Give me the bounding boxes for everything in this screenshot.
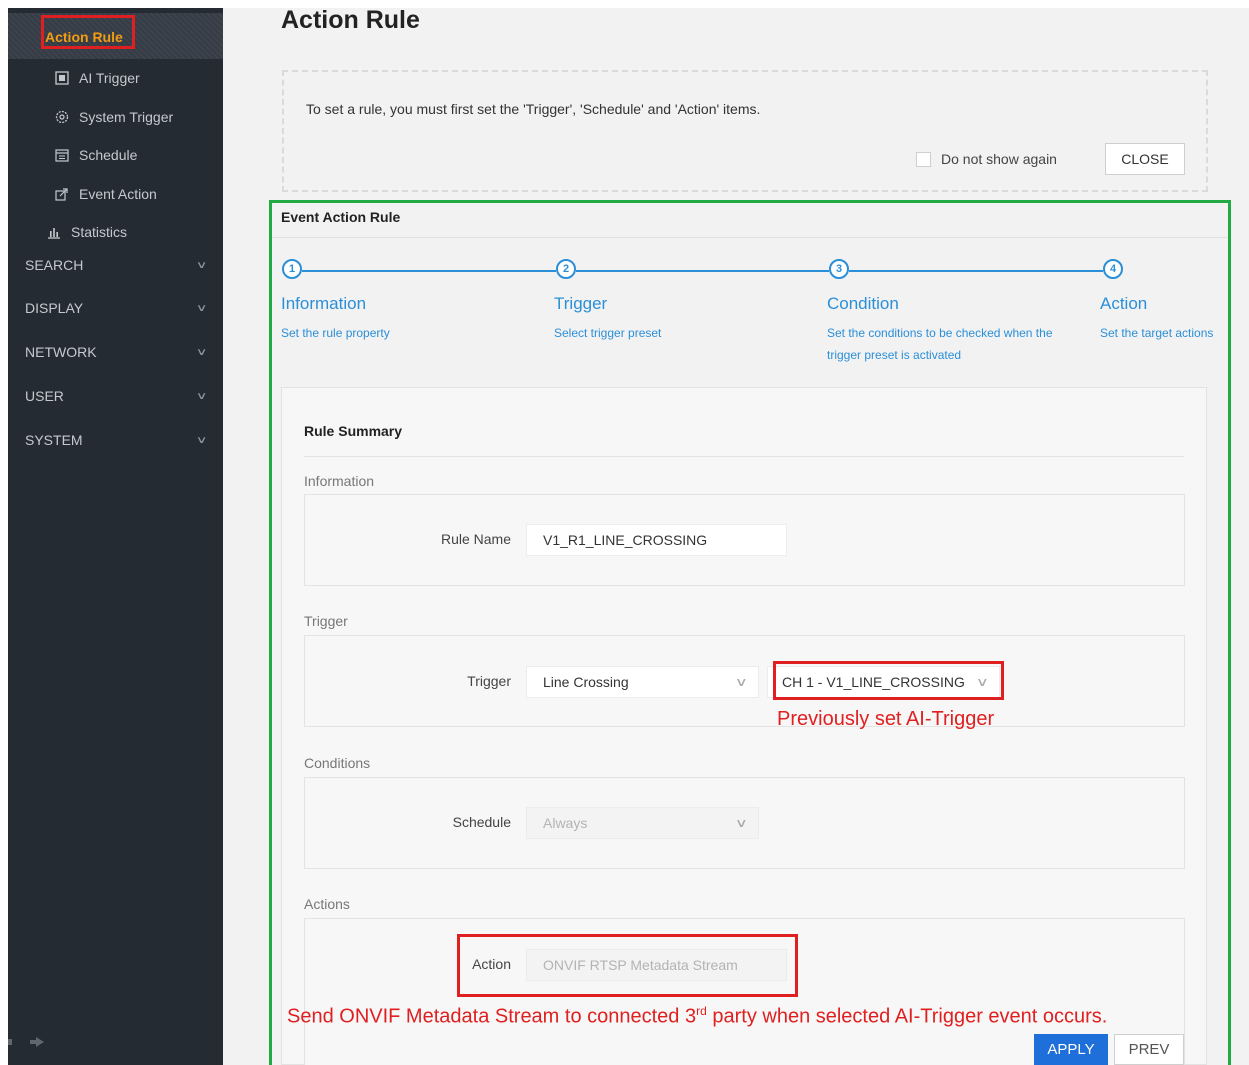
chevron-down-icon: ∨: [195, 302, 208, 314]
sidebar-item-event-action[interactable]: Event Action: [55, 186, 157, 202]
trigger-annotation: Previously set AI-Trigger: [777, 708, 995, 730]
category-label: NETWORK: [25, 344, 97, 360]
sidebar-category-search[interactable]: SEARCH ∨: [25, 257, 208, 273]
sidebar-item-schedule[interactable]: Schedule: [55, 147, 137, 163]
rule-name-value: V1_R1_LINE_CROSSING: [543, 532, 708, 548]
step-2-circle[interactable]: 2: [556, 259, 576, 279]
divider: [304, 456, 1184, 457]
sidebar-category-system[interactable]: SYSTEM ∨: [25, 432, 208, 448]
step-3-desc: Set the conditions to be checked when th…: [827, 326, 1053, 362]
schedule-value: Always: [543, 815, 588, 831]
group-trigger-title: Trigger: [304, 613, 348, 629]
sidebar: Action Rule AI Trigger System Trigger Sc…: [8, 8, 223, 1065]
highlight-trigger-preset: [773, 661, 1004, 700]
group-conditions-title: Conditions: [304, 755, 371, 771]
step-4-circle[interactable]: 4: [1103, 259, 1123, 279]
sidebar-collapse-icon[interactable]: [8, 1034, 48, 1053]
category-label: DISPLAY: [25, 300, 84, 316]
sidebar-item-label: AI Trigger: [79, 70, 140, 86]
section-title: Event Action Rule: [281, 209, 401, 225]
chevron-down-icon: ∨: [735, 816, 749, 830]
action-note-post: party when selected AI-Trigger event occ…: [706, 1005, 1108, 1028]
step-2-desc: Select trigger preset: [554, 326, 662, 340]
step-4-title: Action: [1100, 294, 1148, 313]
category-label: SEARCH: [25, 257, 84, 273]
prev-button[interactable]: PREV: [1114, 1034, 1184, 1065]
trigger-type-value: Line Crossing: [543, 674, 629, 690]
step-2-title: Trigger: [554, 294, 608, 313]
divider: [272, 237, 1227, 238]
notice-text: To set a rule, you must first set the 'T…: [306, 101, 761, 117]
step-1-circle[interactable]: 1: [282, 259, 302, 279]
calendar-icon: [55, 148, 69, 162]
action-annotation: Send ONVIF Metadata Stream to connected …: [287, 1004, 1107, 1029]
page-title: Action Rule: [281, 6, 420, 34]
sidebar-item-label: Statistics: [71, 224, 128, 240]
step-4-desc: Set the target actions: [1100, 326, 1214, 340]
chevron-down-icon: ∨: [195, 434, 208, 446]
group-actions-title: Actions: [304, 896, 350, 912]
step-1-desc: Set the rule property: [281, 326, 390, 340]
sidebar-category-display[interactable]: DISPLAY ∨: [25, 300, 208, 316]
chevron-down-icon: ∨: [195, 390, 208, 402]
step-connector: [576, 270, 829, 272]
do-not-show-label: Do not show again: [941, 151, 1057, 167]
step-connector: [302, 270, 556, 272]
highlight-action: [457, 934, 798, 997]
step-connector: [849, 270, 1103, 272]
chevron-down-icon: ∨: [735, 675, 749, 689]
step-1-title: Information: [281, 294, 367, 313]
do-not-show-checkbox[interactable]: [916, 152, 931, 167]
step-3-title: Condition: [827, 294, 899, 313]
highlight-action-rule: [41, 15, 135, 49]
share-icon: [55, 187, 69, 201]
chevron-down-icon: ∨: [195, 259, 208, 271]
chart-icon: [47, 225, 61, 239]
step-3-circle[interactable]: 3: [829, 259, 849, 279]
category-label: USER: [25, 388, 64, 404]
schedule-select[interactable]: Always ∨: [526, 807, 759, 839]
sidebar-item-label: Event Action: [79, 186, 157, 202]
category-label: SYSTEM: [25, 432, 83, 448]
sidebar-item-label: Schedule: [79, 147, 138, 163]
rule-summary-title: Rule Summary: [304, 423, 403, 439]
chevron-down-icon: ∨: [195, 346, 208, 358]
close-button[interactable]: CLOSE: [1105, 143, 1185, 175]
schedule-label: Schedule: [452, 814, 511, 830]
sidebar-item-statistics[interactable]: Statistics: [47, 224, 127, 240]
gear-icon: [55, 110, 69, 124]
rule-name-label: Rule Name: [440, 531, 511, 547]
sidebar-item-system-trigger[interactable]: System Trigger: [55, 109, 173, 125]
trigger-label: Trigger: [467, 673, 511, 689]
sidebar-item-ai-trigger[interactable]: AI Trigger: [55, 70, 140, 86]
action-note-pre: Send ONVIF Metadata Stream to connected …: [287, 1005, 697, 1028]
notice-box: To set a rule, you must first set the 'T…: [282, 70, 1208, 192]
group-information-title: Information: [304, 473, 375, 489]
action-note-sup: rd: [696, 1004, 707, 1018]
trigger-type-select[interactable]: Line Crossing ∨: [526, 666, 759, 698]
sidebar-item-label: System Trigger: [79, 109, 174, 125]
rule-name-field[interactable]: V1_R1_LINE_CROSSING: [526, 524, 787, 556]
sidebar-category-network[interactable]: NETWORK ∨: [25, 344, 208, 360]
apply-button[interactable]: APPLY: [1034, 1034, 1108, 1065]
sidebar-category-user[interactable]: USER ∨: [25, 388, 208, 404]
ai-trigger-icon: [55, 71, 69, 85]
